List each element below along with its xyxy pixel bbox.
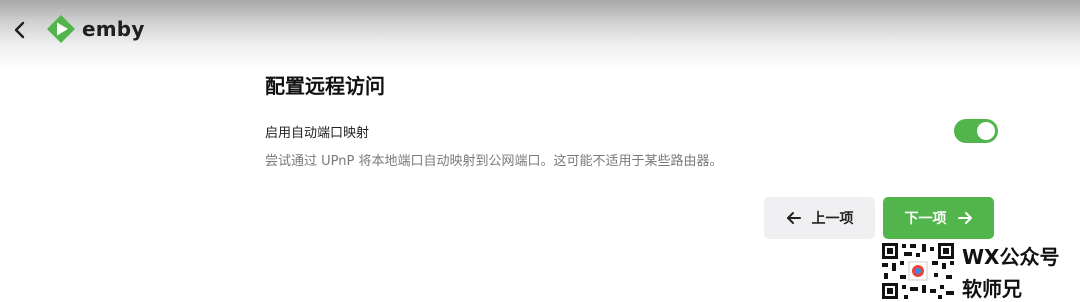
top-bar: emby — [0, 0, 1080, 70]
toggle-knob — [977, 122, 995, 140]
auto-port-mapping-toggle[interactable] — [954, 119, 998, 143]
next-button[interactable]: 下一项 — [883, 197, 994, 239]
emby-logo[interactable]: emby — [46, 14, 145, 44]
watermark-line-2: 软师兄 — [962, 277, 1022, 301]
back-button[interactable] — [6, 16, 34, 44]
previous-button[interactable]: 上一项 — [764, 197, 875, 239]
arrow-right-icon — [957, 212, 972, 224]
auto-port-mapping-description: 尝试通过 UPnP 将本地端口自动映射到公网端口。这可能不适用于某些路由器。 — [265, 154, 723, 169]
emby-play-icon — [47, 15, 75, 43]
qr-code-icon — [880, 241, 956, 301]
arrow-left-icon — [786, 212, 801, 224]
page-title: 配置远程访问 — [265, 74, 385, 98]
auto-port-mapping-label: 启用自动端口映射 — [265, 126, 370, 141]
next-button-label: 下一项 — [904, 211, 947, 227]
watermark: WX公众号 软师兄 — [880, 241, 1080, 301]
chevron-left-icon — [14, 21, 25, 39]
previous-button-label: 上一项 — [811, 211, 854, 227]
logo-text: emby — [82, 17, 145, 41]
watermark-line-1: WX公众号 — [962, 245, 1060, 269]
